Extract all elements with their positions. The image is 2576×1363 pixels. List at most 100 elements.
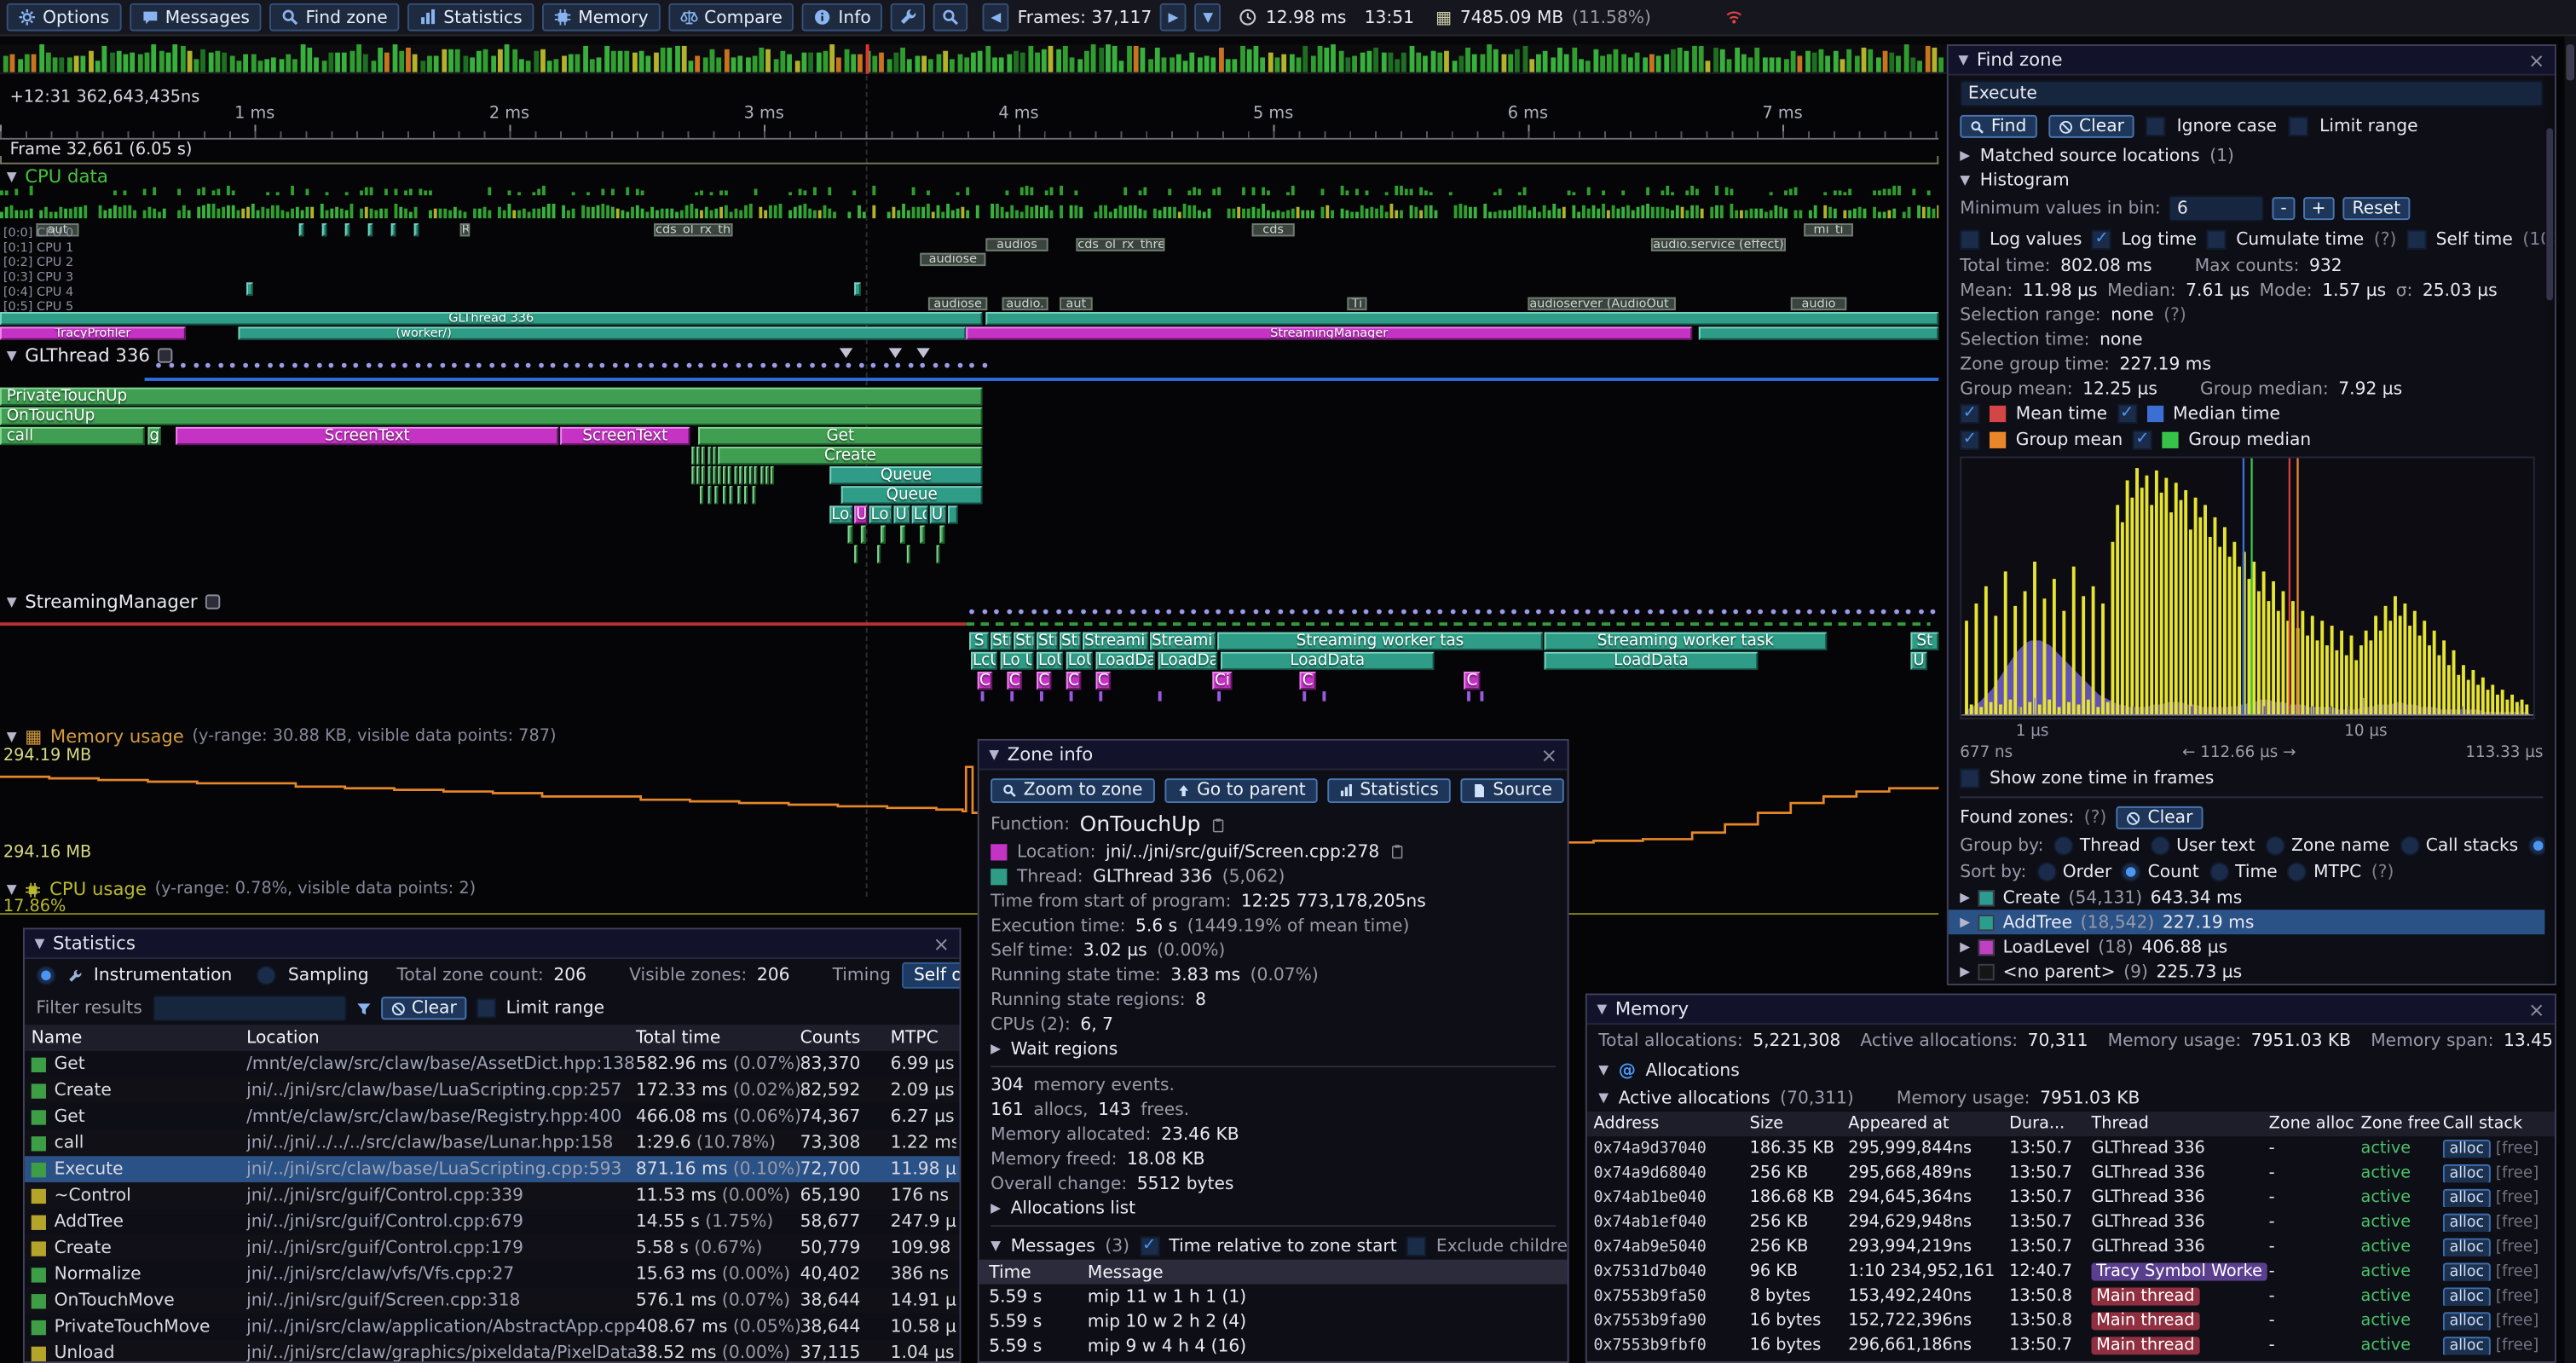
alloc-callstack-button[interactable]: alloc <box>2443 1287 2491 1305</box>
help-icon[interactable]: (?) <box>2084 808 2107 828</box>
zone-bar[interactable]: g <box>147 427 160 445</box>
zone-bar[interactable]: ScreenText <box>176 427 558 445</box>
zone-bar[interactable]: Strea <box>1014 632 1035 650</box>
radio-mtpc[interactable]: MTPC <box>2287 862 2361 881</box>
collapse-icon[interactable]: ▼ <box>34 936 44 950</box>
zone-bar[interactable]: Strea <box>1060 632 1081 650</box>
chevron-down-icon[interactable]: ▼ <box>991 1239 1001 1253</box>
group-mean-checkbox[interactable]: ✓ <box>1960 430 1979 450</box>
zone-bar[interactable]: C <box>1096 672 1111 690</box>
zone-bar[interactable] <box>985 312 1938 325</box>
alloc-callstack-button[interactable]: alloc <box>2443 1312 2491 1330</box>
message-row[interactable]: 5.59 smip 10 w 2 h 2 (4) <box>979 1308 1568 1333</box>
clear-button[interactable]: Clear <box>2048 115 2134 138</box>
allocation-row[interactable]: 0x74ab1ef040256 KB294,629,948ns13:50.7GL… <box>1587 1210 2555 1235</box>
scrollbar[interactable] <box>2544 76 2555 984</box>
zone-bar[interactable]: C <box>978 672 992 690</box>
column-header[interactable]: Time <box>989 1262 1088 1282</box>
matched-locations-toggle[interactable]: ▶Matched source locations(1) <box>1949 143 2555 168</box>
filter-icon[interactable] <box>355 1001 370 1015</box>
column-header[interactable]: Counts <box>800 1028 891 1048</box>
options-button[interactable]: Options <box>7 3 121 32</box>
zone-bar[interactable] <box>299 223 304 236</box>
zone-bar[interactable] <box>368 223 373 236</box>
sampling-radio[interactable] <box>257 966 276 985</box>
message-marker[interactable] <box>840 348 852 358</box>
tools-button[interactable] <box>891 3 925 32</box>
cpu-usage-header[interactable]: ▼CPU usage(y-range: 0.78%, visible data … <box>7 879 476 900</box>
zone-bar[interactable]: OnTouchUp <box>0 407 983 425</box>
zone-bar[interactable] <box>861 525 866 543</box>
stats-row[interactable]: Normalizejni/../jni/src/claw/vfs/Vfs.cpp… <box>25 1262 960 1288</box>
message-marker[interactable] <box>889 348 902 358</box>
zone-bar[interactable]: PrivateTouchUp <box>0 388 983 406</box>
allocation-row[interactable]: 0x74a9d68040256 KB295,668,489ns13:50.7GL… <box>1587 1161 2555 1186</box>
zone-bar[interactable] <box>881 525 886 543</box>
limit-range-checkbox[interactable] <box>477 998 496 1018</box>
zone-bar[interactable]: LoadDaU <box>1158 652 1217 670</box>
zone-bar[interactable]: St <box>1910 632 1938 650</box>
clear-found-button[interactable]: Clear <box>2117 806 2203 829</box>
stats-row[interactable]: Get/mnt/e/claw/src/claw/base/AssetDict.h… <box>25 1051 960 1077</box>
copy-icon[interactable] <box>1210 817 1225 831</box>
memory-usage-header[interactable]: ▼▦Memory usage(y-range: 30.88 KB, visibl… <box>7 726 557 748</box>
radio-zone-name[interactable]: Zone name <box>2265 836 2389 856</box>
find-zone-titlebar[interactable]: ▼ Find zone × <box>1949 46 2555 76</box>
stats-row[interactable]: AddTreejni/../jni/src/guif/Control.cpp:6… <box>25 1209 960 1235</box>
zone-bar[interactable] <box>391 223 396 236</box>
main-scrollbar[interactable] <box>2565 36 2576 1363</box>
compare-button[interactable]: Compare <box>668 3 794 32</box>
zone-time-in-frames-checkbox[interactable] <box>1960 768 1979 788</box>
histogram-toggle[interactable]: ▼Histogram <box>1949 168 2555 193</box>
log-time-checkbox[interactable]: ✓ <box>2092 229 2111 249</box>
column-header[interactable]: Address <box>1593 1115 1749 1133</box>
frame-label[interactable]: Frame 32,661 (6.05 s) <box>10 141 193 159</box>
location-value[interactable]: jni/../jni/src/guif/Screen.cpp:278 <box>1106 841 1379 861</box>
radio-time[interactable]: Time <box>2209 862 2277 881</box>
allocation-row[interactable]: 0x74ab1be040186.68 KB294,645,364ns13:50.… <box>1587 1186 2555 1210</box>
alloc-callstack-button[interactable]: alloc <box>2443 1189 2491 1207</box>
message-row[interactable]: 5.59 smip 11 w 1 h 1 (1) <box>979 1285 1568 1309</box>
sample-dots[interactable] <box>0 609 1938 616</box>
allocation-row[interactable]: 0x74a9d37040186.35 KB295,999,844ns13:50.… <box>1587 1136 2555 1161</box>
alloc-callstack-button[interactable]: alloc <box>2443 1164 2491 1182</box>
timing-select[interactable]: Self only▼ <box>902 962 961 989</box>
zone-bar[interactable]: aut <box>1060 297 1093 310</box>
zone-info-titlebar[interactable]: ▼ Zone info × <box>979 741 1568 771</box>
zone-time-histogram[interactable] <box>1960 457 2535 719</box>
zone-bar[interactable]: LcU <box>971 652 997 670</box>
zone-bar[interactable]: Queue <box>841 486 983 504</box>
search-query-input[interactable] <box>1960 80 2543 107</box>
disconnect-icon[interactable] <box>1725 9 1743 26</box>
memory-button[interactable]: Memory <box>542 3 660 32</box>
allocations-toggle[interactable]: ▼ @ Allocations <box>1587 1056 2555 1084</box>
alloc-callstack-button[interactable]: alloc <box>2443 1262 2491 1280</box>
messages-button[interactable]: Messages <box>129 3 261 32</box>
find-zone-button[interactable]: Find zone <box>269 3 399 32</box>
sample-dots[interactable] <box>0 363 1938 370</box>
column-header[interactable]: Appeared at <box>1848 1115 2009 1133</box>
zone-bar[interactable]: Loi <box>869 505 892 523</box>
zone-bar[interactable]: Lo Uj <box>1001 652 1034 670</box>
zone-bar[interactable]: Queue <box>829 466 982 484</box>
zone-bar[interactable]: ScreenText <box>560 427 690 445</box>
self-time-checkbox[interactable] <box>2406 229 2426 249</box>
scrollbar-thumb[interactable] <box>2546 128 2553 300</box>
close-icon[interactable]: × <box>1541 747 1557 763</box>
gl-thread-header[interactable]: ▼GLThread 336 <box>7 345 173 367</box>
go-to-parent-button[interactable]: Go to parent <box>1164 777 1318 802</box>
median-time-checkbox[interactable]: ✓ <box>2117 404 2137 424</box>
zone-bar[interactable]: call <box>0 427 145 445</box>
message-row[interactable]: 5.59 smip 9 w 4 h 4 (16) <box>979 1333 1568 1358</box>
zone-bar[interactable]: R <box>460 223 471 236</box>
zone-bar[interactable]: U <box>1910 652 1926 670</box>
column-header[interactable]: MTPC <box>891 1028 956 1048</box>
column-header[interactable]: Thread <box>2091 1115 2268 1133</box>
column-header[interactable]: Location <box>246 1028 636 1048</box>
zone-bar[interactable]: LoU <box>1066 652 1093 670</box>
timeline-ruler[interactable] <box>0 124 1938 139</box>
scrollbar-thumb[interactable] <box>2566 44 2574 80</box>
zone-bar[interactable]: Streaming worker tas <box>1217 632 1543 650</box>
zone-bar[interactable]: StreamingManager <box>966 326 1692 339</box>
zone-bar[interactable]: mi_ti <box>1804 223 1853 236</box>
